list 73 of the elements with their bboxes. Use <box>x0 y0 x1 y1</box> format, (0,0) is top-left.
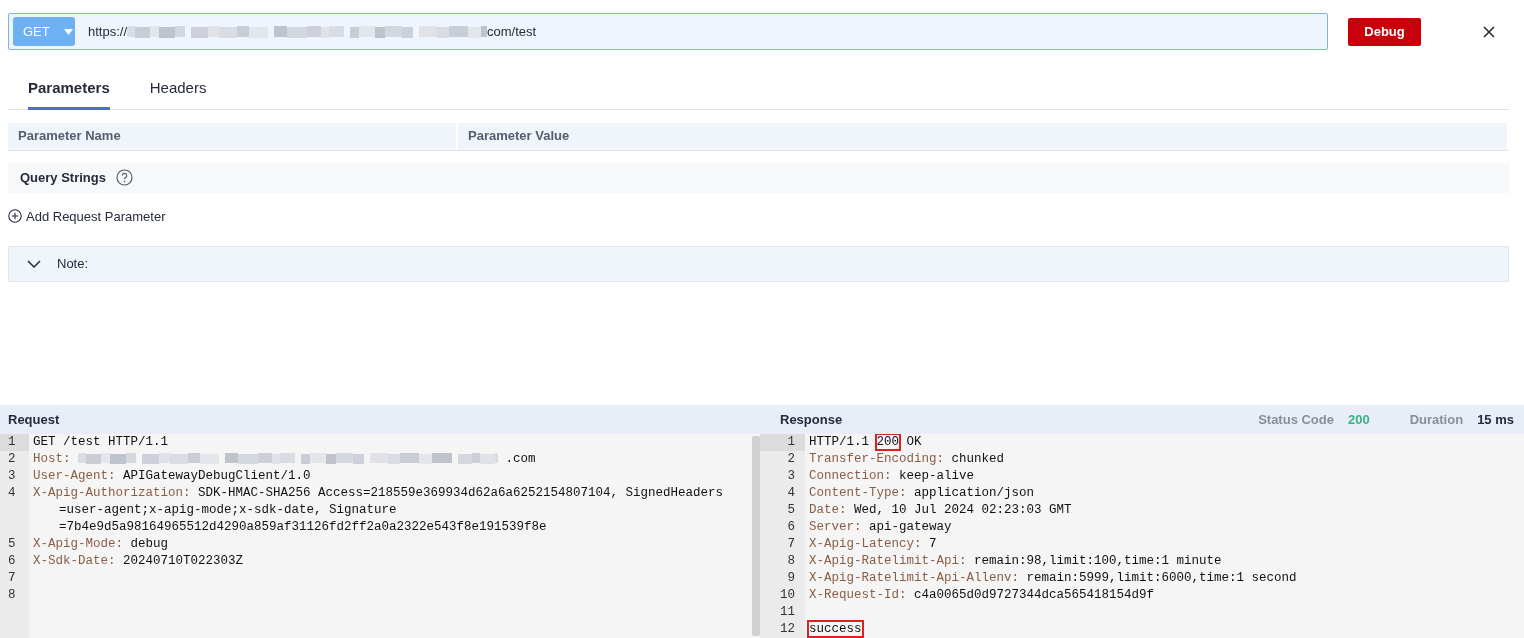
add-parameter-link[interactable]: Add Request Parameter <box>8 206 166 226</box>
code-text: =user-agent;x-apig-mode;x-sdk-date, Signature <box>59 503 397 517</box>
code-text: debug <box>130 537 169 551</box>
line-number: 1 <box>0 434 29 451</box>
url-text: com/test <box>487 22 537 41</box>
note-panel[interactable]: Note: <box>8 245 1509 282</box>
line-number: 2 <box>7 451 17 468</box>
code-text: =7b4e9d5a98164965512d4290a859af31126fd2ff2a0a2322e543f8e191539f8e <box>59 520 547 534</box>
header-name: X-Apig-Authorization: <box>33 486 191 500</box>
header-name: Content-Type: <box>809 486 907 500</box>
code-text: application/json <box>914 486 1035 500</box>
code-text: OK <box>906 435 922 449</box>
code-text: keep-alive <box>899 469 975 483</box>
line-number: 8 <box>786 553 796 570</box>
code-text: success <box>809 622 862 636</box>
code-text: chunked <box>951 452 1005 466</box>
line-number: 12 <box>779 621 796 638</box>
code-text: remain:5999,limit:6000,time:1 second <box>1026 571 1297 585</box>
code-text: 200 <box>876 435 900 449</box>
header-name: X-Apig-Ratelimit-Api: <box>809 554 967 568</box>
column-header: Parameter Value <box>458 122 1509 150</box>
line-number: 7 <box>7 570 17 587</box>
header-name: Connection: <box>809 469 892 483</box>
code-text: api-gateway <box>869 520 952 534</box>
duration-value: 15 ms <box>1477 410 1514 429</box>
header-name: Server: <box>809 520 862 534</box>
line-number: 3 <box>7 468 17 485</box>
line-number: 7 <box>786 536 796 553</box>
status-code-value: 200 <box>1347 410 1370 429</box>
line-number: 10 <box>779 587 796 604</box>
header-name: X-Request-Id: <box>809 588 907 602</box>
status-code-label: Status Code <box>1258 410 1334 429</box>
duration-label: Duration <box>1409 410 1464 429</box>
header-name: Host: <box>33 452 71 466</box>
tab[interactable]: Headers <box>149 72 207 110</box>
line-number: 11 <box>779 604 796 621</box>
url-text: https:// <box>88 22 128 41</box>
tab[interactable]: Parameters <box>28 72 110 110</box>
panel-title: Request <box>8 410 60 429</box>
code-text: HTTP/1.1 <box>809 435 869 449</box>
line-number: 8 <box>7 587 17 604</box>
header-name: X-Apig-Ratelimit-Api-Allenv: <box>809 571 1020 585</box>
code-text: APIGatewayDebugClient/1.0 <box>123 469 311 483</box>
header-name: Date: <box>809 503 847 517</box>
header-name: X-Apig-Mode: <box>33 537 123 551</box>
line-number: 6 <box>7 553 17 570</box>
header-name: X-Apig-Latency: <box>809 537 922 551</box>
url-field[interactable]: GET https:// com/test <box>8 13 1328 50</box>
note-label: Note: <box>57 255 89 273</box>
code-text: Wed, 10 Jul 2024 02:23:03 GMT <box>854 503 1072 517</box>
line-number: 4 <box>7 485 17 502</box>
line-number: 4 <box>786 485 796 502</box>
code-text: 20240710T022303Z <box>123 554 244 568</box>
code-text: SDK-HMAC-SHA256 Access=218559e369934d62a6a6252154807104, SignedHeaders <box>198 486 724 500</box>
debug-button[interactable]: Debug <box>1348 17 1421 46</box>
line-number: 5 <box>7 536 17 553</box>
code-text: .com <box>505 452 536 466</box>
line-number: 5 <box>786 502 796 519</box>
line-number: 9 <box>786 570 796 587</box>
section-label: Query Strings <box>20 168 106 187</box>
header-name: X-Sdk-Date: <box>33 554 116 568</box>
line-number: 1 <box>760 434 805 451</box>
line-number: 3 <box>786 468 796 485</box>
line-number: 6 <box>786 519 796 536</box>
code-text: remain:98,limit:100,time:1 minute <box>974 554 1222 568</box>
header-name: Transfer-Encoding: <box>809 452 945 466</box>
code-text: 7 <box>929 537 937 551</box>
panel-title: Response <box>780 410 843 429</box>
code-text: c4a0065d0d9727344dca565418154d9f <box>914 588 1155 602</box>
line-number: 2 <box>786 451 796 468</box>
column-header: Parameter Name <box>8 122 458 150</box>
header-name: User-Agent: <box>33 469 116 483</box>
code-text: GET /test HTTP/1.1 <box>33 435 169 449</box>
